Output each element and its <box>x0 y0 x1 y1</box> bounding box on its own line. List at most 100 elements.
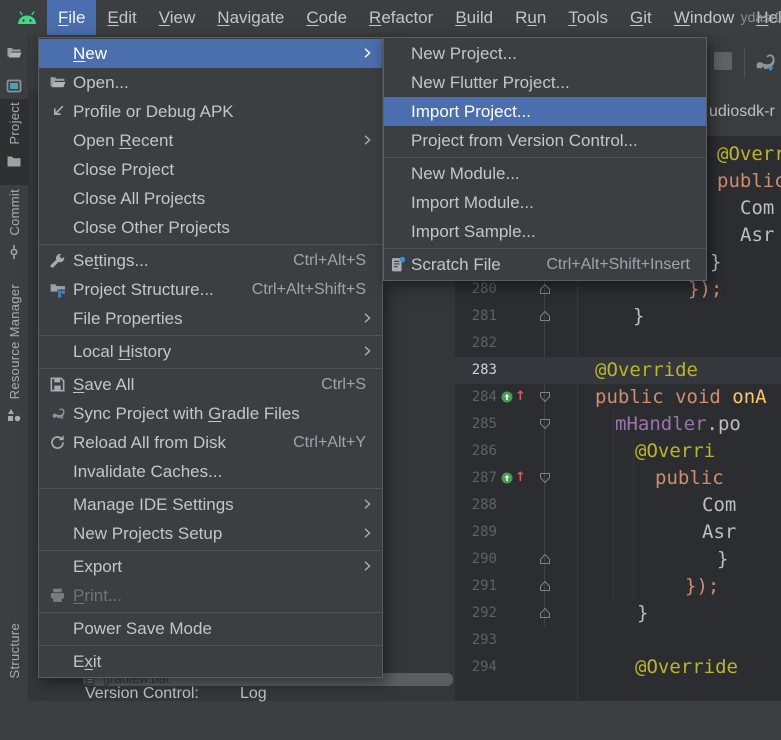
menubar-item[interactable]: Run <box>504 0 557 35</box>
menu-item[interactable]: Import Project... <box>384 97 706 126</box>
menu-item-shortcut: Ctrl+Alt+S <box>293 252 382 270</box>
menu-item[interactable]: Import Sample... <box>384 217 706 246</box>
line-number: 287 <box>455 465 497 492</box>
menu-item[interactable]: Scratch File Ctrl+Alt+Shift+Insert <box>384 250 706 279</box>
menu-item[interactable]: Open Recent <box>39 126 382 155</box>
tool-window-tab[interactable]: Commit <box>0 186 28 268</box>
menu-item[interactable]: Manage IDE Settings <box>39 490 382 519</box>
menu-item-label: Import Module... <box>411 193 534 213</box>
project-structure-icon <box>49 281 66 298</box>
menu-item[interactable]: Close Other Projects <box>39 213 382 242</box>
menu-item[interactable]: New <box>39 39 382 68</box>
menubar-item-label: View <box>159 8 196 28</box>
fold-marker-icon[interactable] <box>539 607 551 619</box>
log-tab[interactable]: Log <box>240 685 267 703</box>
window-title-fragment: ydasrD <box>741 9 781 25</box>
menu-item[interactable]: New Flutter Project... <box>384 68 706 97</box>
menu-item-label: Project Structure... <box>73 280 214 300</box>
menu-item[interactable]: Local History <box>39 337 382 366</box>
fold-marker-icon[interactable] <box>539 310 551 322</box>
menu-item[interactable]: Exit <box>39 647 382 676</box>
menu-item-label: New Flutter Project... <box>411 73 570 93</box>
menu-item[interactable]: Power Save Mode <box>39 614 382 643</box>
gradle-sync-icon[interactable] <box>751 49 777 75</box>
tool-window-tab[interactable]: Structure <box>0 620 28 740</box>
file-menu: New Open... Profile or Debug APK Open Re… <box>38 37 383 678</box>
menu-item-label: Power Save Mode <box>73 619 212 639</box>
menu-item[interactable]: Print... <box>39 581 382 610</box>
fold-marker-icon[interactable] <box>539 472 551 484</box>
resource-manager-icon <box>6 407 22 423</box>
menu-item-label: Close Other Projects <box>73 218 230 238</box>
override-gutter-icon[interactable] <box>501 472 513 484</box>
menu-item[interactable]: Reload All from Disk Ctrl+Alt+Y <box>39 428 382 457</box>
menubar-item[interactable]: Window <box>663 0 745 35</box>
folder-open-icon <box>49 74 66 91</box>
menu-item[interactable]: Close All Projects <box>39 184 382 213</box>
stop-square-icon[interactable] <box>714 52 732 70</box>
menu-item-shortcut: Ctrl+Alt+Y <box>293 434 382 452</box>
menu-item[interactable]: New Module... <box>384 159 706 188</box>
printer-icon <box>49 587 66 604</box>
editor-tab[interactable]: udiosdk-r <box>709 103 775 121</box>
menu-item[interactable]: New Projects Setup <box>39 519 382 548</box>
tool-window-tab[interactable]: Resource Manager <box>0 281 28 435</box>
fold-marker-icon[interactable] <box>539 553 551 565</box>
menubar-item[interactable]: Refactor <box>358 0 444 35</box>
code-line: 285 mHandler.po <box>455 411 781 438</box>
override-marker[interactable]: ↑ <box>501 472 526 484</box>
fold-marker-icon[interactable] <box>539 283 551 295</box>
menu-item[interactable]: Close Project <box>39 155 382 184</box>
fold-marker-icon[interactable] <box>539 391 551 403</box>
menubar-item[interactable]: View <box>148 0 207 35</box>
code-text: } <box>637 600 648 627</box>
menubar-item[interactable]: Code <box>295 0 358 35</box>
menubar-item-label: Tools <box>568 8 608 28</box>
menu-item[interactable]: Export <box>39 552 382 581</box>
menu-item-label: Close All Projects <box>73 189 205 209</box>
version-control-tab[interactable]: Version Control: <box>85 685 199 703</box>
menu-item-label: Sync Project with Gradle Files <box>73 404 300 424</box>
menu-item[interactable]: Open... <box>39 68 382 97</box>
menu-item[interactable]: Save All Ctrl+S <box>39 370 382 399</box>
folder-open-icon[interactable] <box>6 45 22 61</box>
menu-item-label: File Properties <box>73 309 183 329</box>
submenu-arrow-icon <box>361 560 373 572</box>
toolbar-separator <box>744 47 745 78</box>
menu-item[interactable]: Import Module... <box>384 188 706 217</box>
menu-item-label: Close Project <box>73 160 174 180</box>
submenu-arrow-icon <box>361 312 373 324</box>
scratch-icon <box>389 256 406 273</box>
fold-marker-icon[interactable] <box>539 580 551 592</box>
menu-item[interactable]: New Project... <box>384 39 706 68</box>
menu-item-label: Exit <box>73 652 101 672</box>
menu-item-label: Import Project... <box>411 102 531 122</box>
submenu-arrow-icon <box>361 47 373 59</box>
menu-item[interactable]: Settings... Ctrl+Alt+S <box>39 246 382 275</box>
fold-marker-icon[interactable] <box>539 418 551 430</box>
device-screen-icon[interactable] <box>6 78 22 94</box>
menu-item[interactable]: Sync Project with Gradle Files <box>39 399 382 428</box>
menubar-item[interactable]: Navigate <box>206 0 295 35</box>
line-number: 289 <box>455 519 497 546</box>
menubar-item[interactable]: File <box>47 0 96 35</box>
override-gutter-icon[interactable] <box>501 391 513 403</box>
menu-item[interactable]: Invalidate Caches... <box>39 457 382 486</box>
menubar-item[interactable]: Edit <box>96 0 147 35</box>
code-line: 292 } <box>455 600 781 627</box>
tool-window-tab[interactable]: Project <box>0 99 28 185</box>
menu-item[interactable]: File Properties <box>39 304 382 333</box>
menu-item-label: Reload All from Disk <box>73 433 226 453</box>
menubar-item[interactable]: Build <box>444 0 504 35</box>
menu-item[interactable]: Project from Version Control... <box>384 126 706 155</box>
android-studio-logo-icon <box>16 11 38 25</box>
wrench-icon <box>49 252 66 269</box>
menubar-item[interactable]: Tools <box>557 0 619 35</box>
menu-item-shortcut: Ctrl+Alt+Shift+S <box>252 281 382 299</box>
tool-window-tab-label: Resource Manager <box>7 284 22 399</box>
code-text: Com <box>702 492 736 519</box>
menu-item[interactable]: Profile or Debug APK <box>39 97 382 126</box>
menubar-item[interactable]: Git <box>619 0 663 35</box>
override-marker[interactable]: ↑ <box>501 391 526 403</box>
menu-item[interactable]: Project Structure... Ctrl+Alt+Shift+S <box>39 275 382 304</box>
